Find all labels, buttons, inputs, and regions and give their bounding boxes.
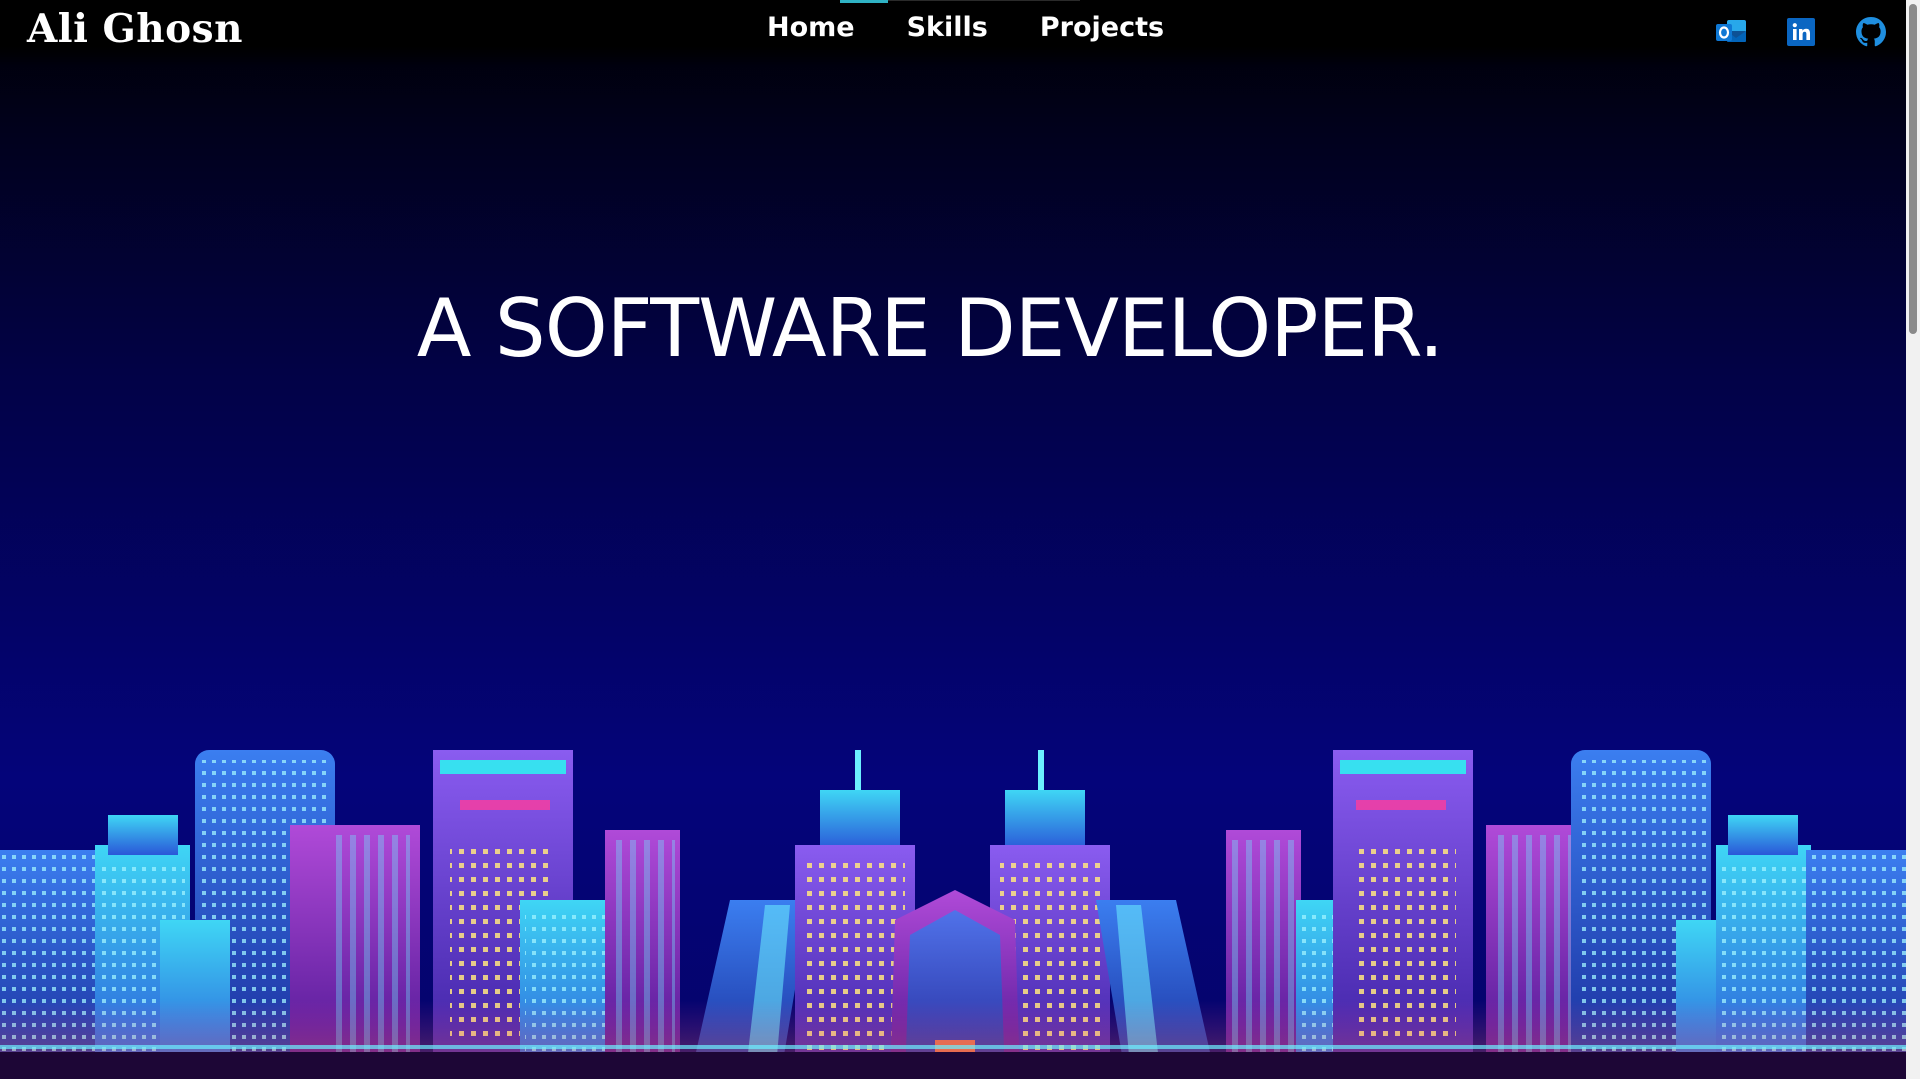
outlook-icon bbox=[1716, 20, 1746, 42]
outlook-link[interactable] bbox=[1715, 16, 1747, 48]
nav-active-indicator bbox=[840, 0, 888, 3]
portfolio-page: Ali Ghosn Home Skills Projects A SOFTWAR… bbox=[0, 0, 1920, 1079]
nav-skills[interactable]: Skills bbox=[907, 12, 988, 43]
github-link[interactable] bbox=[1855, 16, 1887, 48]
scrollbar-thumb[interactable] bbox=[1909, 4, 1917, 334]
ground-strip bbox=[0, 1052, 1906, 1079]
linkedin-link[interactable] bbox=[1785, 16, 1817, 48]
city-skyline-illustration bbox=[0, 750, 1906, 1079]
top-header: Ali Ghosn Home Skills Projects bbox=[0, 0, 1906, 66]
linkedin-icon bbox=[1787, 18, 1815, 46]
nav-projects[interactable]: Projects bbox=[1040, 12, 1164, 43]
nav-indicator-track bbox=[888, 0, 1080, 1]
nav-home[interactable]: Home bbox=[767, 12, 855, 43]
vertical-scrollbar[interactable] bbox=[1906, 0, 1920, 1079]
social-links bbox=[1715, 16, 1887, 48]
main-nav: Home Skills Projects bbox=[767, 12, 1164, 43]
hero-headline: A SOFTWARE DEVELOPER. bbox=[416, 282, 1444, 375]
github-icon bbox=[1856, 17, 1886, 47]
brand-logo[interactable]: Ali Ghosn bbox=[27, 6, 243, 52]
